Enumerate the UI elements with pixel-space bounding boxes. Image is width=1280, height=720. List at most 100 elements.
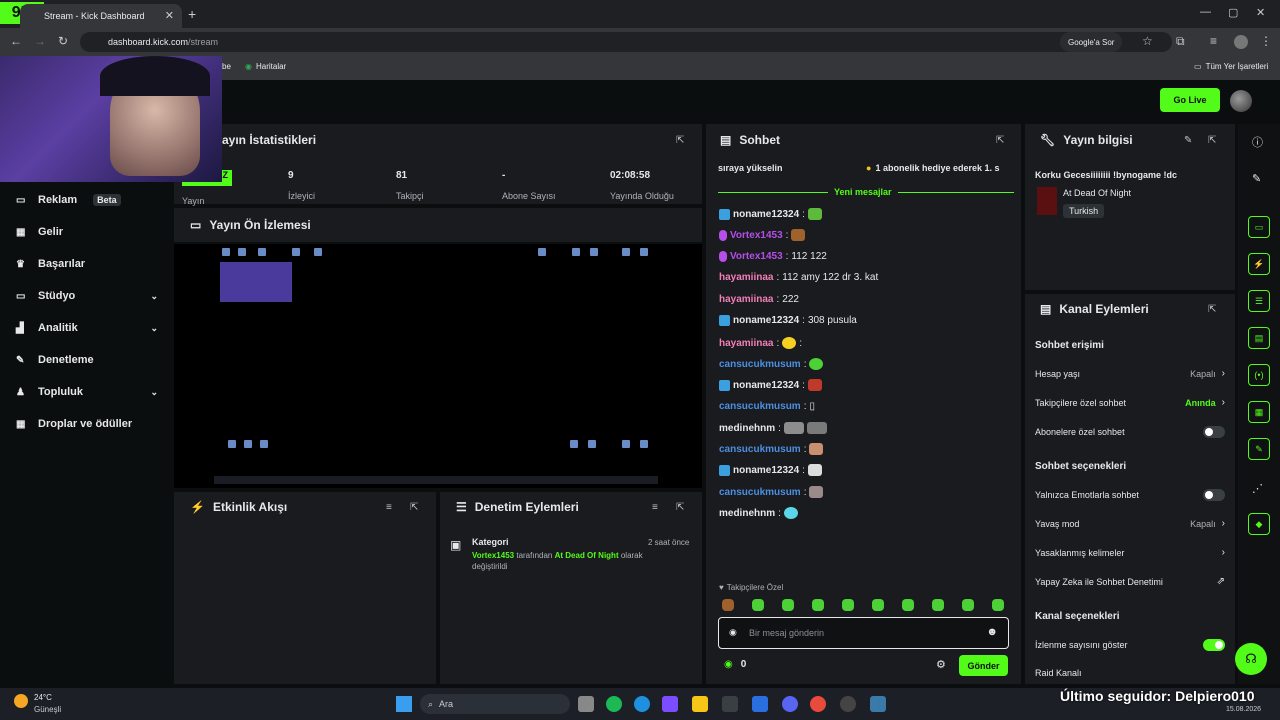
popout-icon[interactable]: ⇱ <box>676 135 684 146</box>
subs-chat-row[interactable]: Abonelere özel sohbet <box>1035 426 1225 438</box>
sidebar-item-topluluk[interactable]: ♟ Topluluk ⌄ <box>16 386 158 398</box>
chat-message[interactable]: hayamiinaa: 222 <box>719 294 799 305</box>
rail-share-icon[interactable]: ⋰ <box>1252 482 1263 495</box>
menu-icon[interactable]: ⋮ <box>1260 34 1272 48</box>
emote-only-row[interactable]: Yalnızca Emotlarla sohbet <box>1035 489 1225 501</box>
browser-tab[interactable]: Stream - Kick Dashboard ✕ <box>20 4 182 28</box>
go-live-button[interactable]: Go Live <box>1160 88 1220 112</box>
emoji-icon[interactable]: ☻ <box>986 626 998 638</box>
rail-list-icon[interactable]: ☰ <box>1248 290 1270 312</box>
sidebar-item-reklam[interactable]: ▭ Reklam Beta <box>16 194 158 206</box>
mod-entry-category[interactable]: At Dead Of Night <box>555 551 619 560</box>
sidebar-item-denetleme[interactable]: ✎ Denetleme <box>16 354 158 366</box>
send-button[interactable]: Gönder <box>959 655 1008 676</box>
chat-message[interactable]: cansucukmusum: <box>719 486 824 498</box>
edit-icon[interactable]: ✎ <box>1184 135 1192 146</box>
chrome-icon[interactable] <box>810 696 826 712</box>
chat-username[interactable]: hayamiinaa <box>719 294 773 305</box>
rail-drops-icon[interactable]: ◆ <box>1248 513 1270 535</box>
slow-mode-row[interactable]: Yavaş mod Kapalı › <box>1035 518 1225 529</box>
popout-icon[interactable]: ⇱ <box>1208 135 1216 146</box>
bookmark-maps[interactable]: ◉ Haritalar <box>245 62 286 71</box>
copilot-icon[interactable] <box>662 696 678 712</box>
emote-only-toggle[interactable] <box>1203 489 1225 501</box>
subs-chat-toggle[interactable] <box>1203 426 1225 438</box>
pencil-icon[interactable]: ✎ <box>1252 172 1261 185</box>
reload-icon[interactable]: ↻ <box>58 34 68 48</box>
weather-temp[interactable]: 24°C <box>34 693 52 702</box>
info-icon[interactable]: ⓘ <box>1252 134 1263 150</box>
spotify-icon[interactable] <box>606 696 622 712</box>
raid-row[interactable]: Raid Kanalı <box>1035 668 1225 678</box>
ai-mod-row[interactable]: Yapay Zeka ile Sohbet Denetimi ⇗ <box>1035 576 1225 587</box>
rail-bolt-icon[interactable]: ⚡ <box>1248 253 1270 275</box>
emote-picker-item[interactable] <box>782 599 794 611</box>
channel-points[interactable]: ◉ 0 <box>724 659 746 670</box>
close-tab-icon[interactable]: ✕ <box>165 9 174 22</box>
emote-picker-item[interactable] <box>812 599 824 611</box>
popout-icon[interactable]: ⇱ <box>996 135 1004 146</box>
obs-icon[interactable] <box>840 696 856 712</box>
emote-picker-item[interactable] <box>752 599 764 611</box>
sidebar-item-droplar[interactable]: ▦ Droplar ve ödüller <box>16 418 158 430</box>
chat-message[interactable]: medinehnm: <box>719 422 827 434</box>
chat-username[interactable]: cansucukmusum <box>719 444 801 455</box>
chat-message[interactable]: noname12324: <box>719 379 822 391</box>
mail-icon[interactable] <box>752 696 768 712</box>
chat-message[interactable]: cansucukmusum: ▯ <box>719 401 815 412</box>
close-window-icon[interactable]: ✕ <box>1256 6 1265 19</box>
task-view-icon[interactable] <box>578 696 594 712</box>
settings-gear-icon[interactable]: ⚙ <box>936 658 946 671</box>
chat-message[interactable]: hayamiinaa: 112 amy 122 dr 3. kat <box>719 272 878 283</box>
sidebar-item-analitik[interactable]: ▟ Analitik ⌄ <box>16 322 158 334</box>
popout-icon[interactable]: ⇱ <box>1208 304 1216 315</box>
sidebar-item-gelir[interactable]: ▦ Gelir <box>16 226 158 238</box>
avatar[interactable] <box>1230 90 1252 112</box>
show-viewers-toggle[interactable] <box>1203 639 1225 651</box>
profile-icon[interactable] <box>1234 35 1248 49</box>
sidebar-item-studyo[interactable]: ▭ Stüdyo ⌄ <box>16 290 158 302</box>
chat-username[interactable]: Vortex1453 <box>730 230 783 241</box>
edge-icon[interactable] <box>634 696 650 712</box>
chat-username[interactable]: hayamiinaa <box>719 272 773 283</box>
windows-start-icon[interactable] <box>396 696 412 712</box>
emote-picker-item[interactable] <box>992 599 1004 611</box>
chat-username[interactable]: noname12324 <box>733 380 799 391</box>
chat-username[interactable]: noname12324 <box>733 465 799 476</box>
emote-picker-item[interactable] <box>842 599 854 611</box>
file-explorer-icon[interactable] <box>692 696 708 712</box>
popout-icon[interactable]: ⇱ <box>410 502 418 513</box>
all-bookmarks[interactable]: ▭ Tüm Yer İşaretleri <box>1194 62 1268 71</box>
rail-broadcast-icon[interactable]: (•) <box>1248 364 1270 386</box>
bookmark-star-icon[interactable]: ☆ <box>1142 34 1153 48</box>
minimize-icon[interactable]: — <box>1200 6 1211 18</box>
game-name[interactable]: At Dead Of Night <box>1063 188 1131 198</box>
address-bar[interactable]: dashboard.kick.com/stream <box>80 32 1172 52</box>
rail-chat-icon[interactable]: ▤ <box>1248 327 1270 349</box>
back-icon[interactable]: ← <box>10 34 22 48</box>
forward-icon[interactable]: → <box>34 34 46 48</box>
emote-picker-item[interactable] <box>872 599 884 611</box>
followers-chat-row[interactable]: Takipçilere özel sohbet Anında › <box>1035 397 1225 408</box>
mod-entry-user[interactable]: Vortex1453 <box>472 551 514 560</box>
account-age-row[interactable]: Hesap yaşı Kapalı › <box>1035 368 1225 379</box>
new-tab-icon[interactable]: + <box>188 6 196 22</box>
chat-message[interactable]: cansucukmusum: <box>719 443 824 455</box>
chat-username[interactable]: noname12324 <box>733 209 799 220</box>
emote-picker-item[interactable] <box>962 599 974 611</box>
emote-picker-item[interactable] <box>932 599 944 611</box>
chat-username[interactable]: medinehnm <box>719 508 775 519</box>
chat-username[interactable]: cansucukmusum <box>719 487 801 498</box>
chat-message[interactable]: cansucukmusum: <box>719 358 824 370</box>
help-chat-icon[interactable]: ☊ <box>1235 643 1267 675</box>
chat-username[interactable]: cansucukmusum <box>719 359 801 370</box>
chat-message[interactable]: medinehnm: <box>719 507 798 519</box>
chat-message[interactable]: noname12324: <box>719 208 822 220</box>
chat-message[interactable]: noname12324: <box>719 464 822 476</box>
banned-words-row[interactable]: Yasaklanmış kelimeler › <box>1035 547 1225 558</box>
sidebar-item-basarilar[interactable]: ♛ Başarılar <box>16 258 158 270</box>
stream-preview[interactable] <box>174 244 702 488</box>
popout-icon[interactable]: ⇱ <box>676 502 684 513</box>
discord-icon[interactable] <box>782 696 798 712</box>
chat-username[interactable]: medinehnm <box>719 423 775 434</box>
